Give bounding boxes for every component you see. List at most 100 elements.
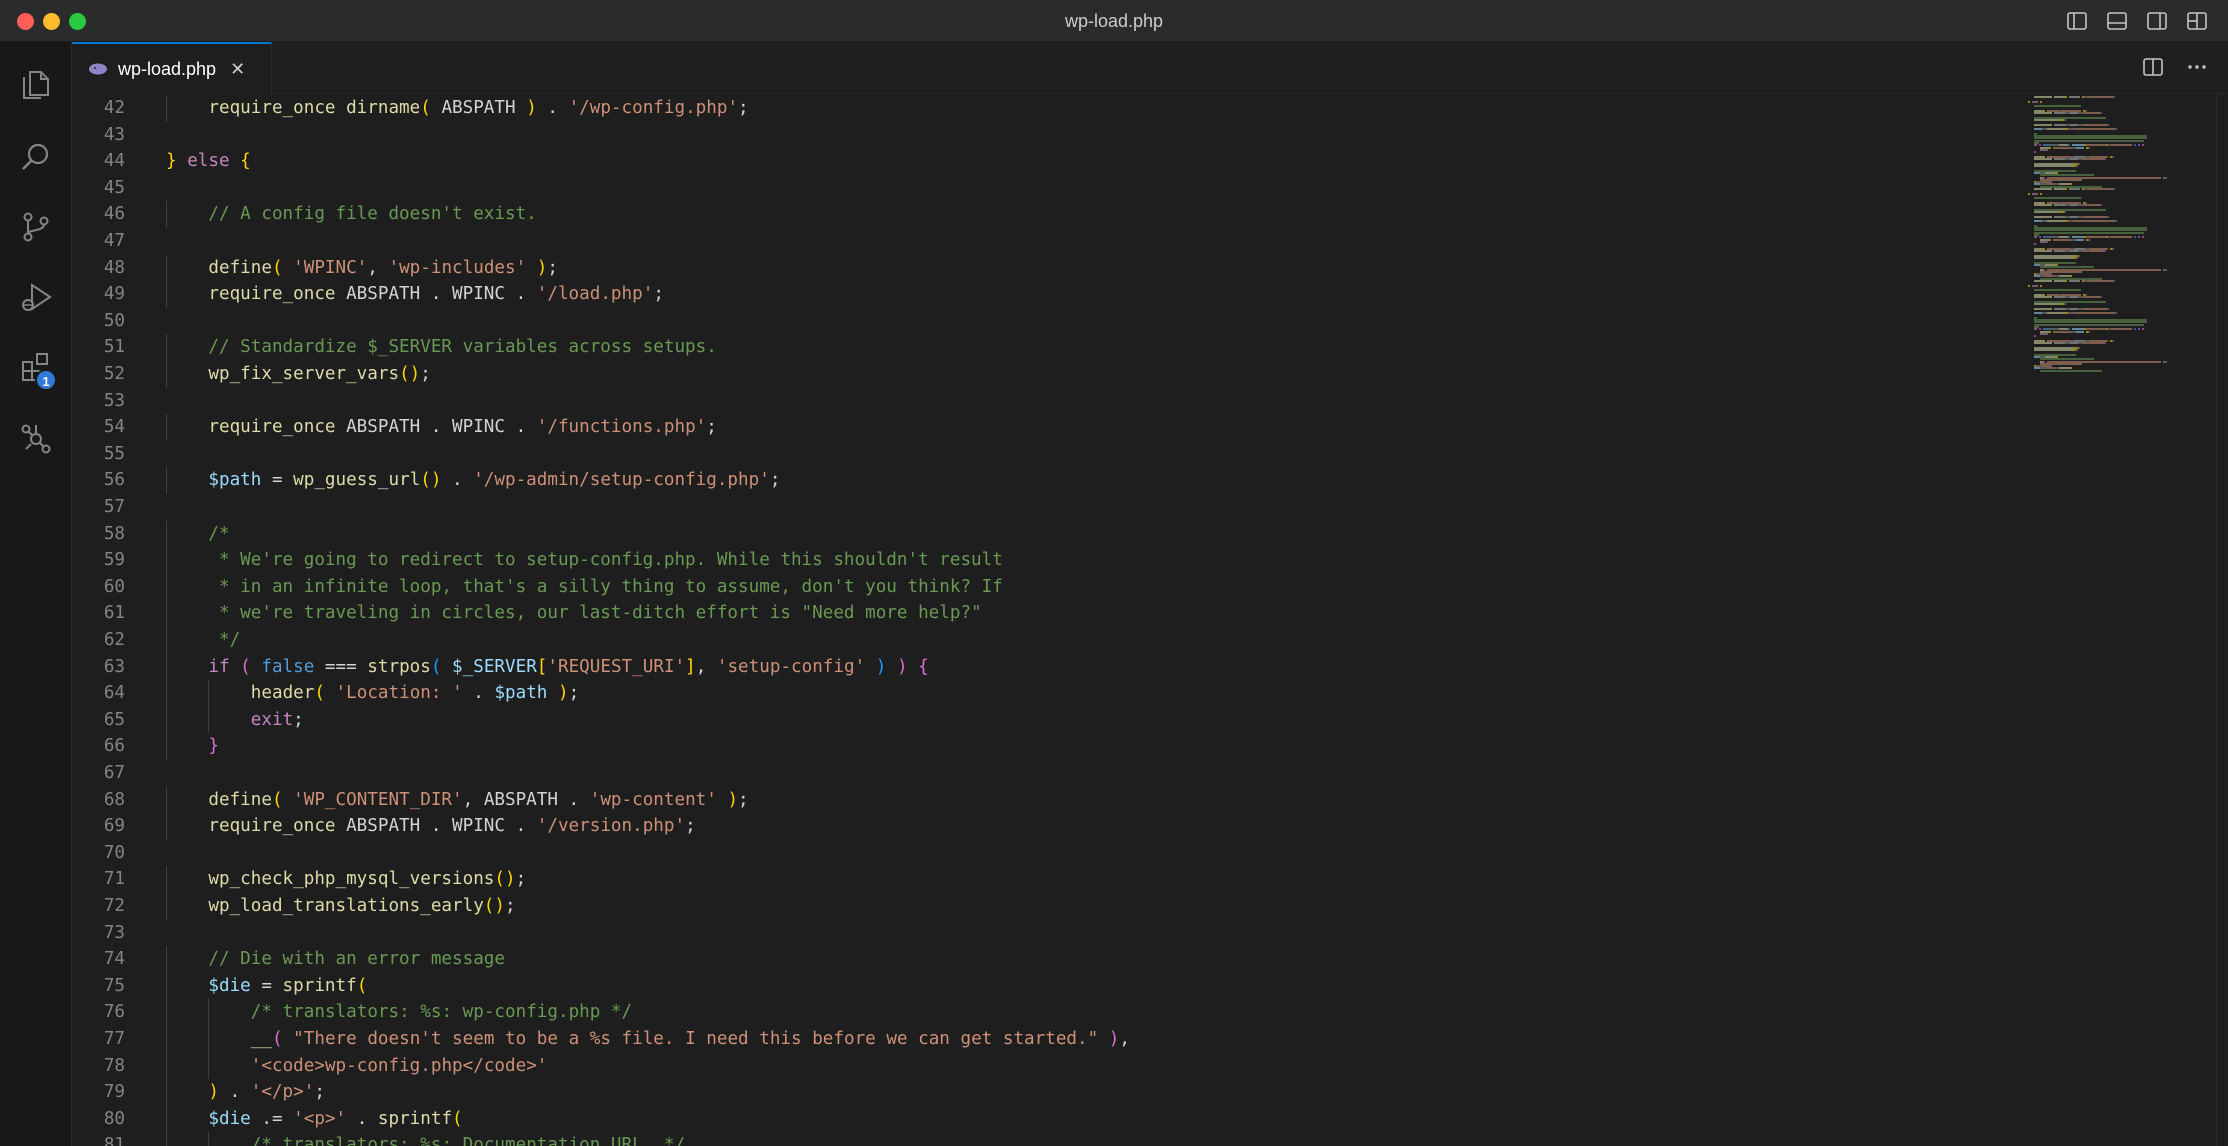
minimap-mark: [2034, 296, 2052, 299]
code-text: require_once ABSPATH . WPINC . '/load.ph…: [208, 284, 664, 305]
line-number: 72: [103, 896, 125, 916]
indent-guide: [166, 1105, 167, 1133]
code-line[interactable]: 77 __( "There doesn't seem to be a %s fil…: [72, 1026, 2022, 1053]
minimap-mark: [2034, 231, 2144, 234]
minimap[interactable]: [2024, 94, 2216, 374]
minimap-mark: [2034, 112, 2052, 115]
line-number: 44: [103, 151, 125, 172]
minimap-mark: [2138, 144, 2140, 147]
code-line[interactable]: 70: [72, 840, 2022, 867]
code-line[interactable]: 56 $path = wp_guess_url() . '/wp-admin/se…: [72, 467, 2022, 494]
code-line[interactable]: 60 * in an infinite loop, that's a silly…: [72, 573, 2022, 601]
search-icon[interactable]: [0, 126, 72, 188]
code-line[interactable]: 61 * we're traveling in circles, our las…: [72, 600, 2022, 627]
code-text: define( 'WPINC', 'wp-includes' );: [208, 257, 558, 278]
minimap-mark: [2065, 280, 2067, 282]
minimap-mark: [2069, 188, 2080, 190]
code-line[interactable]: 52 wp_fix_server_vars();: [72, 361, 2022, 388]
minimap-mark: [2034, 119, 2061, 121]
code-line[interactable]: 81 /* translators: %s: Documentation URL.…: [72, 1132, 2022, 1146]
code-line[interactable]: 45: [72, 175, 2022, 202]
code-text: $die .= '<p>' . sprintf(: [208, 1108, 463, 1129]
code-line[interactable]: 65 exit;: [72, 706, 2022, 734]
explorer-icon[interactable]: [0, 54, 72, 116]
code-line[interactable]: 55: [72, 441, 2022, 468]
source-control-icon[interactable]: [0, 196, 72, 258]
code-line[interactable]: 44 } else {: [72, 148, 2022, 175]
run-debug-icon[interactable]: [0, 266, 72, 328]
split-editor-icon[interactable]: [2142, 56, 2164, 78]
code-line[interactable]: 75 $die = sprintf(: [72, 972, 2022, 1000]
indent-guide: [166, 95, 167, 122]
remote-hub-icon[interactable]: [0, 408, 72, 470]
code-line[interactable]: 68 define( 'WP_CONTENT_DIR', ABSPATH . 'w…: [72, 786, 2022, 814]
code-line[interactable]: 80 $die .= '<p>' . sprintf(: [72, 1105, 2022, 1133]
minimap-mark: [2076, 238, 2084, 241]
code-line[interactable]: 74 // Die with an error message: [72, 946, 2022, 973]
code-line[interactable]: 72 wp_load_translations_early();: [72, 893, 2022, 920]
code-line[interactable]: 69 require_once ABSPATH . WPINC . '/versi…: [72, 813, 2022, 840]
code-line[interactable]: 71 wp_check_php_mysql_versions();: [72, 866, 2022, 893]
code-line[interactable]: 57: [72, 494, 2022, 521]
line-number: 54: [103, 417, 125, 438]
code-line[interactable]: 73: [72, 920, 2022, 947]
minimap-mark: [2049, 330, 2051, 333]
code-line[interactable]: 54 require_once ABSPATH . WPINC . '/funct…: [72, 414, 2022, 441]
code-line[interactable]: 42 require_once dirname( ABSPATH ) . '/wp…: [72, 95, 2022, 122]
extensions-icon[interactable]: 1: [0, 336, 72, 398]
code-text: } else {: [166, 151, 251, 172]
code-line[interactable]: 50: [72, 308, 2022, 335]
minimap-mark: [2049, 146, 2051, 149]
toggle-primary-sidebar-icon[interactable]: [2066, 10, 2088, 32]
tab-wp-load-php[interactable]: wp-load.php ✕: [72, 42, 272, 94]
code-editor[interactable]: 42 require_once dirname( ABSPATH ) . '/wp…: [72, 94, 2228, 1146]
code-line[interactable]: 53: [72, 388, 2022, 415]
minimap-mark: [2107, 123, 2109, 126]
toggle-panel-icon[interactable]: [2106, 10, 2128, 32]
minimap-mark: [2083, 215, 2107, 218]
line-number: 66: [103, 736, 125, 757]
indent-guide: [166, 946, 167, 973]
more-actions-icon[interactable]: [2186, 56, 2208, 78]
close-tab-icon[interactable]: ✕: [230, 59, 245, 80]
minimap-mark: [2053, 146, 2071, 149]
code-line[interactable]: 63 if ( false === strpos( $_SERVER['REQUE…: [72, 653, 2022, 681]
minimap-mark: [2054, 123, 2065, 126]
vertical-scrollbar[interactable]: [2216, 94, 2228, 1146]
code-line[interactable]: 79) . '</p>';: [72, 1079, 2022, 1106]
code-text: // Standardize $_SERVER variables across…: [208, 337, 717, 358]
minimap-mark: [2070, 204, 2078, 207]
code-line[interactable]: 48 define( 'WPINC', 'wp-includes' );: [72, 254, 2022, 282]
code-line[interactable]: 59 * We're going to redirect to setup-co…: [72, 547, 2022, 574]
code-line[interactable]: 46 // A config file doesn't exist.: [72, 201, 2022, 228]
minimap-mark: [2034, 215, 2052, 218]
minimap-mark: [2032, 192, 2038, 195]
line-number: 52: [103, 364, 125, 384]
minimap-mark: [2089, 96, 2113, 98]
minimap-mark: [2070, 250, 2078, 253]
minimap-mark: [2040, 192, 2042, 195]
line-number: 67: [103, 763, 125, 783]
minimap-mark: [2047, 312, 2065, 315]
line-number: 78: [103, 1055, 125, 1076]
code-line[interactable]: 49 require_once ABSPATH . WPINC . '/load.…: [72, 281, 2022, 308]
code-line[interactable]: 43: [72, 122, 2022, 149]
minimap-mark: [2034, 323, 2144, 326]
line-number: 71: [103, 869, 125, 890]
code-line[interactable]: 78 '<code>wp-config.php</code>': [72, 1052, 2022, 1080]
code-line[interactable]: 58 /*: [72, 520, 2022, 548]
toggle-secondary-sidebar-icon[interactable]: [2146, 10, 2168, 32]
code-line[interactable]: 66}: [72, 733, 2022, 760]
code-line[interactable]: 51 // Standardize $_SERVER variables acro…: [72, 334, 2022, 361]
indent-guide: [166, 866, 167, 893]
minimap-mark: [2053, 330, 2071, 333]
code-line[interactable]: 62 */: [72, 627, 2022, 654]
code-line[interactable]: 67: [72, 760, 2022, 787]
minimap-mark: [2054, 280, 2065, 282]
code-line[interactable]: 76 /* translators: %s: wp-config.php */: [72, 999, 2022, 1026]
code-line[interactable]: 64 header( 'Location: ' . $path );: [72, 680, 2022, 707]
minimap-mark: [2028, 100, 2030, 103]
minimap-mark: [2070, 112, 2078, 115]
code-line[interactable]: 47: [72, 228, 2022, 255]
customize-layout-icon[interactable]: [2186, 10, 2208, 32]
